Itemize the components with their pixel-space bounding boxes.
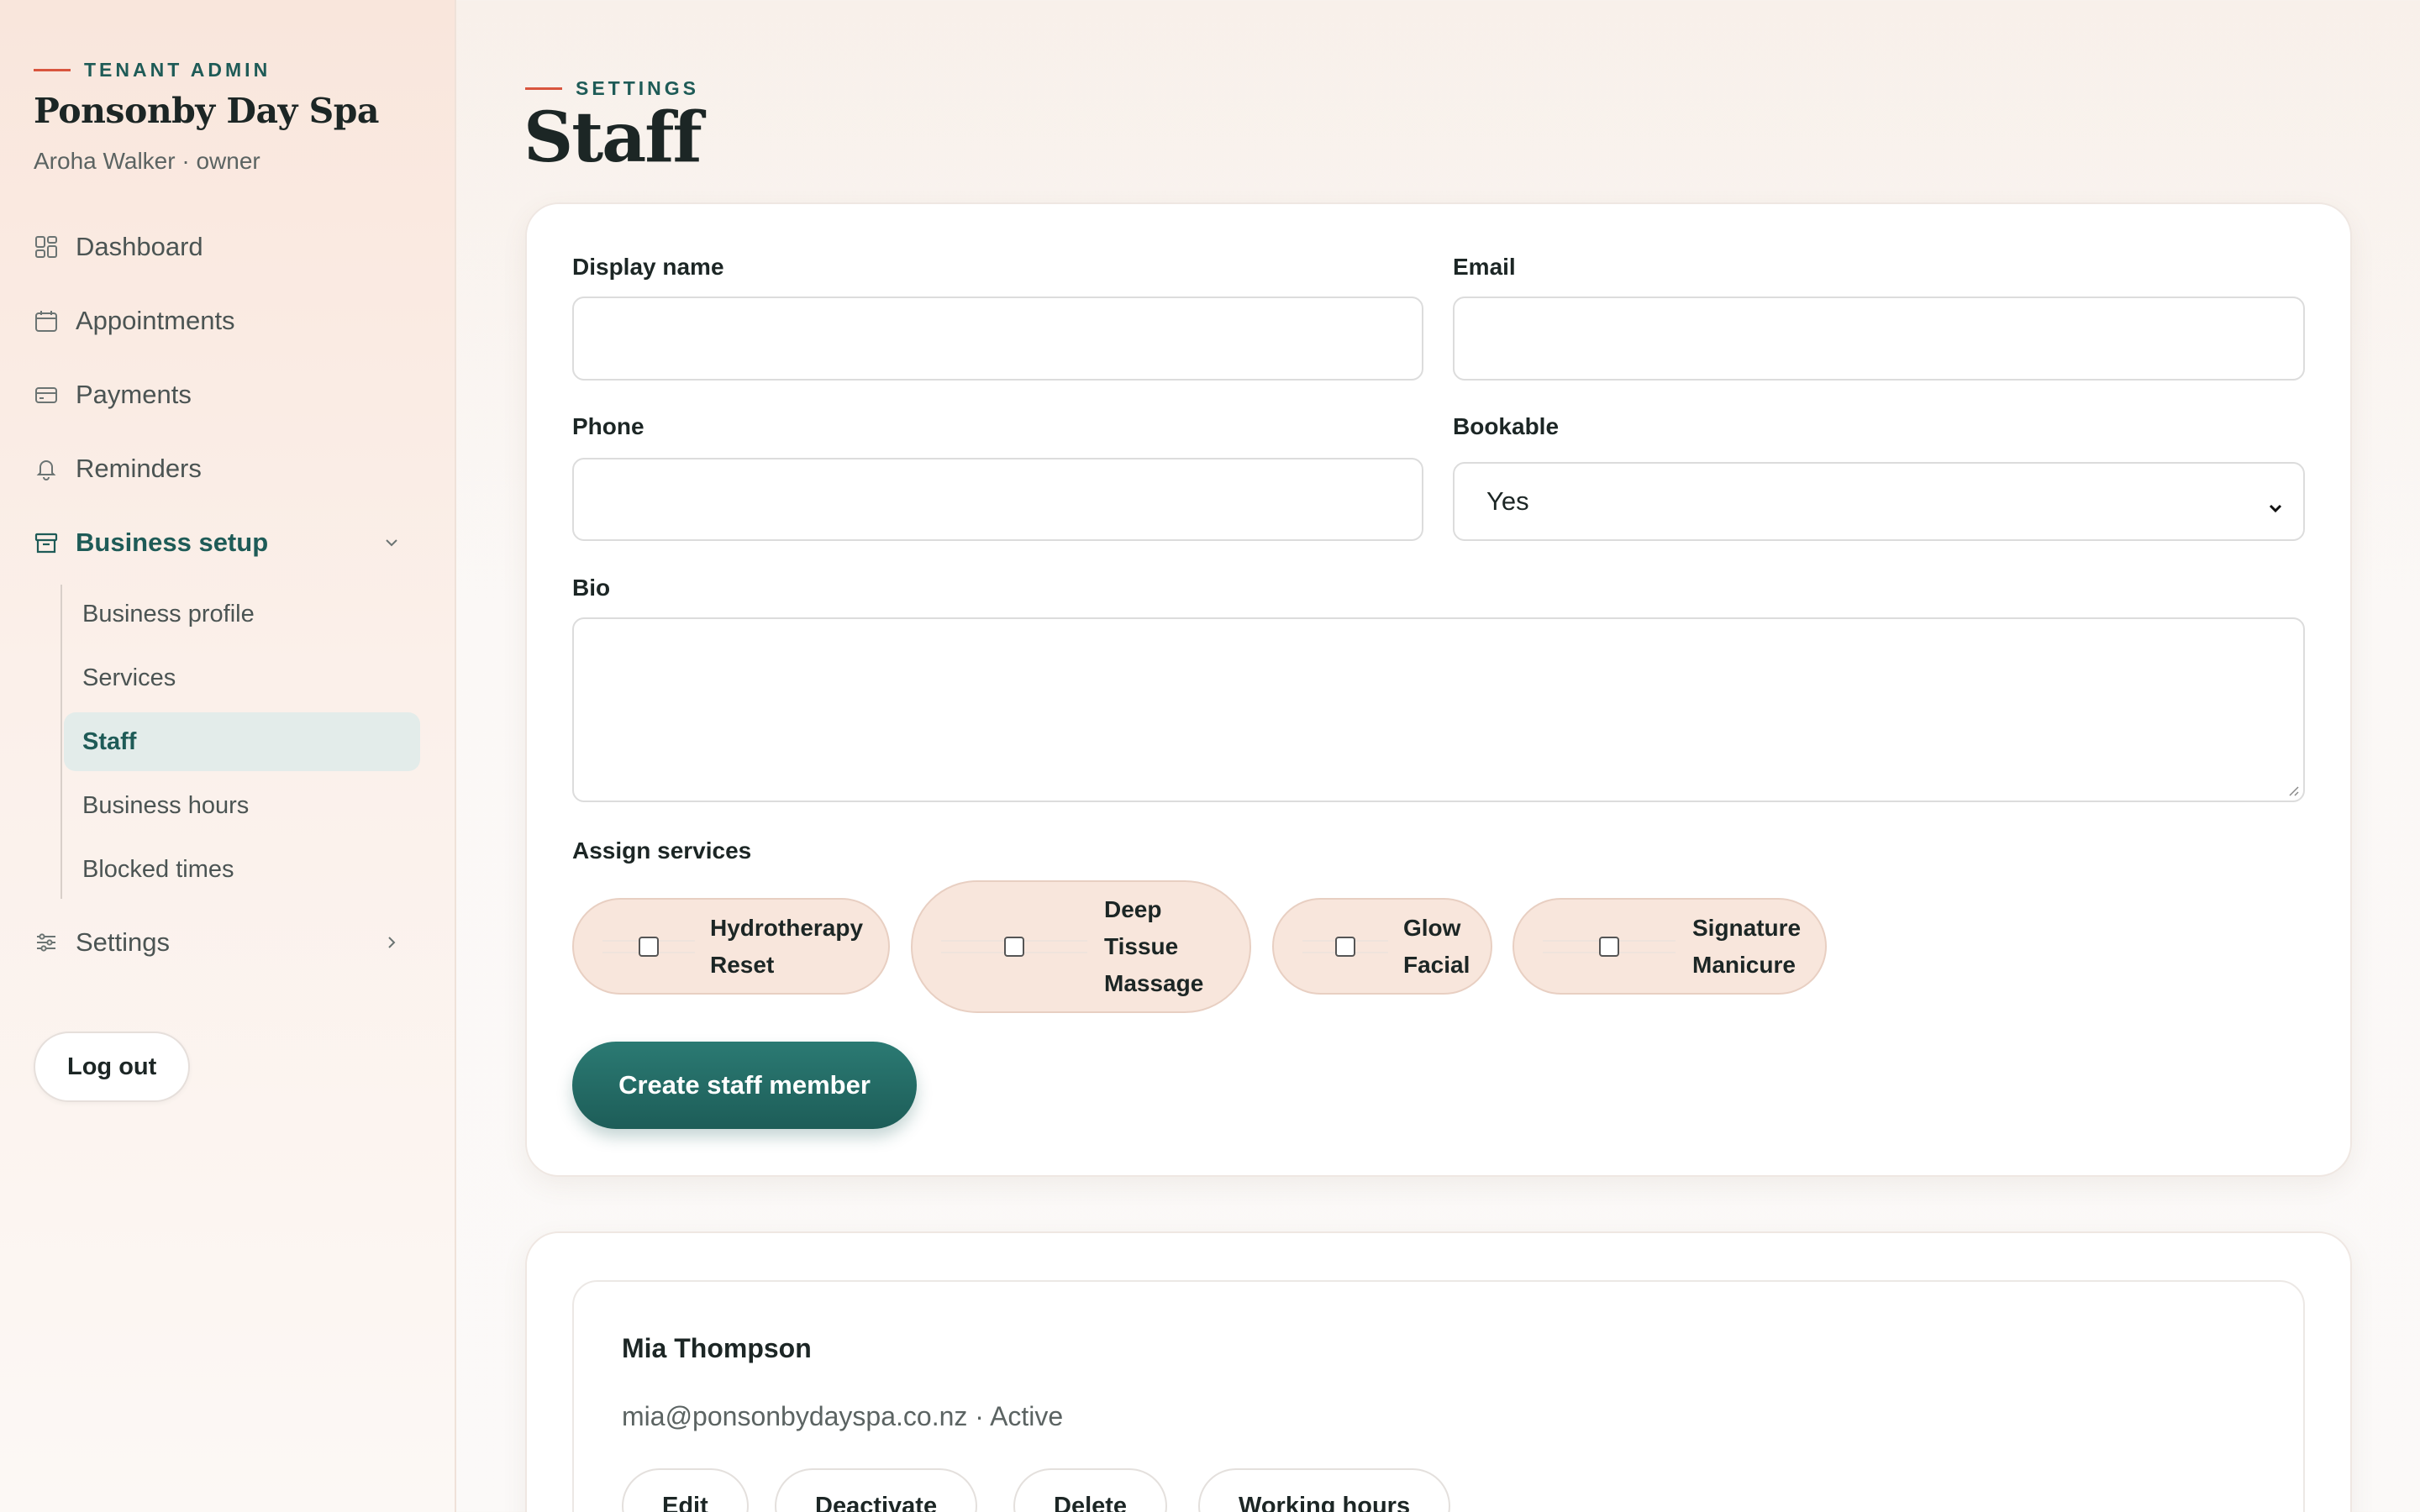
eyebrow-dash [34,69,71,71]
service-chip-deep-tissue-massage[interactable]: Deep Tissue Massage [911,880,1251,1013]
current-user: Aroha Walker · owner [34,148,260,174]
working-hours-button[interactable]: Working hours [1198,1468,1451,1512]
sidebar-item-staff[interactable]: Staff [64,712,420,771]
service-chip-signature-manicure[interactable]: Signature Manicure [1512,898,1827,995]
tenant-admin-eyebrow: TENANT ADMIN [34,59,271,81]
staff-name: Mia Thompson [622,1333,812,1363]
tenant-admin-label: TENANT ADMIN [84,59,271,81]
chevron-down-icon [383,534,400,551]
service-label-line: Deep [1104,896,1162,922]
sidebar-item-services[interactable]: Services [64,648,420,707]
phone-input[interactable] [572,458,1423,541]
checkbox-track [1543,936,1676,957]
settings-eyebrow: SETTINGS [525,77,699,100]
dashboard-icon [34,234,59,260]
page-title: Staff [523,97,702,178]
resize-handle-icon[interactable] [2286,784,2300,797]
service-checkbox[interactable] [1335,936,1355,957]
checkbox-track [941,937,1087,957]
sliders-icon [34,930,59,955]
sidebar-item-reminders[interactable]: Reminders [34,442,420,496]
service-chip-hydrotherapy-reset[interactable]: Hydrotherapy Reset [572,898,890,995]
service-label-line: Manicure [1692,951,1796,978]
bookable-selected-value: Yes [1486,486,1529,516]
business-name: Ponsonby Day Spa [34,91,379,131]
display-name-input[interactable] [572,297,1423,381]
store-icon [34,530,59,555]
card-icon [34,382,59,407]
calendar-icon [34,308,59,333]
service-chip-glow-facial[interactable]: Glow Facial [1272,898,1492,995]
chevron-right-icon [383,934,400,951]
checkbox-track [602,936,695,957]
staff-email-status: mia@ponsonbydayspa.co.nz · Active [622,1401,1064,1431]
service-chip-label: Glow Facial [1403,910,1470,984]
sidebar: TENANT ADMIN Ponsonby Day Spa Aroha Walk… [0,0,456,1512]
sidebar-item-business-hours[interactable]: Business hours [64,776,420,835]
business-setup-subnav: Business profile Services Staff Business… [60,585,420,899]
sidebar-item-label: Dashboard [76,232,203,261]
chevron-down-icon [2266,494,2285,513]
sidebar-item-blocked-times[interactable]: Blocked times [64,840,420,899]
sidebar-item-dashboard[interactable]: Dashboard [34,220,420,274]
service-chip-label: Signature Manicure [1692,910,1801,984]
bio-textarea[interactable] [572,617,2305,802]
bio-label: Bio [572,575,611,601]
display-name-label: Display name [572,254,724,280]
email-input[interactable] [1453,297,2305,381]
service-chip-label: Deep Tissue Massage [1104,891,1203,1002]
sidebar-item-label: Appointments [76,306,235,335]
service-checkbox[interactable] [1599,936,1619,957]
sidebar-item-label: Settings [76,927,171,957]
edit-staff-button[interactable]: Edit [622,1468,749,1512]
service-checkbox[interactable] [1004,937,1024,957]
service-checkbox[interactable] [639,936,659,957]
bookable-label: Bookable [1453,413,1560,439]
delete-staff-button[interactable]: Delete [1013,1468,1168,1512]
sidebar-item-label: Business setup [76,528,269,557]
service-label-line: Hydrotherapy [710,914,864,941]
phone-label: Phone [572,413,644,439]
service-label-line: Signature [1692,914,1802,941]
sidebar-item-settings[interactable]: Settings [34,916,420,969]
service-label-line: Glow [1403,914,1461,941]
service-label-line: Reset [710,951,775,978]
sidebar-item-appointments[interactable]: Appointments [34,294,420,348]
sidebar-item-label: Reminders [76,454,202,483]
sidebar-item-business-profile[interactable]: Business profile [64,585,420,643]
sidebar-item-label: Payments [76,380,192,409]
service-label-line: Facial [1403,951,1470,978]
sidebar-item-business-setup[interactable]: Business setup [34,516,420,570]
create-staff-member-button[interactable]: Create staff member [572,1042,917,1129]
settings-eyebrow-label: SETTINGS [576,77,700,99]
eyebrow-dash [525,87,562,90]
sidebar-nav: Dashboard Appointments Payments Reminder… [34,220,420,990]
bookable-select[interactable]: Yes [1453,462,2305,541]
service-chip-label: Hydrotherapy Reset [710,910,863,984]
sidebar-item-payments[interactable]: Payments [34,368,420,422]
deactivate-staff-button[interactable]: Deactivate [775,1468,978,1512]
checkbox-track [1302,936,1388,957]
assign-services-label: Assign services [572,837,752,864]
logout-button[interactable]: Log out [34,1032,191,1102]
service-label-line: Massage [1104,970,1204,996]
bell-icon [34,456,59,481]
email-label: Email [1453,254,1516,280]
service-label-line: Tissue [1104,933,1179,959]
